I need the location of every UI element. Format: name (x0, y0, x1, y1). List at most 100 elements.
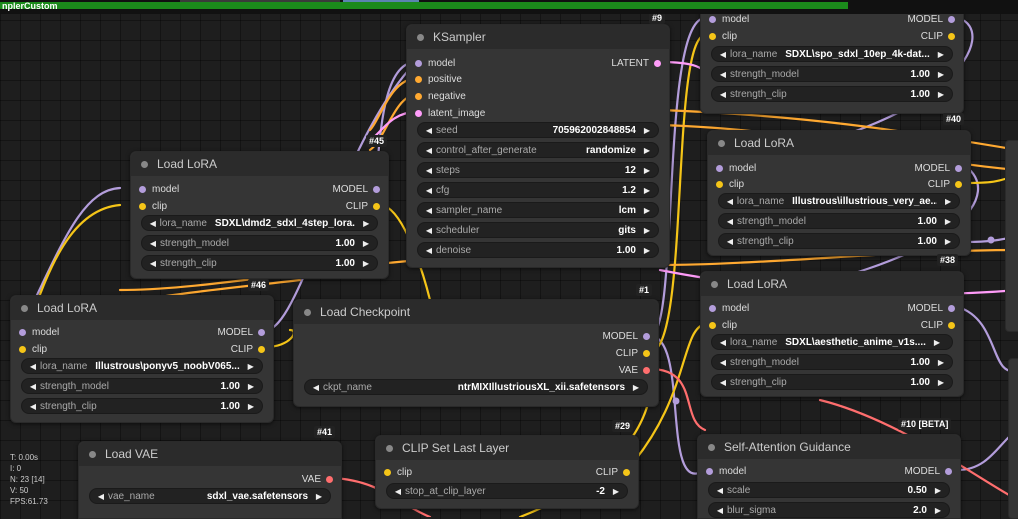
strength-clip-widget[interactable]: ◀ strength_clip 1.00 ▶ (711, 374, 953, 390)
offscreen-node[interactable] (1008, 358, 1018, 519)
arrow-right-icon[interactable]: ▶ (246, 362, 256, 371)
model-socket-icon[interactable] (709, 15, 716, 23)
collapse-dot-icon[interactable] (89, 450, 96, 458)
strength-model-widget[interactable]: ◀ strength_model 1.00 ▶ (141, 235, 378, 251)
strength-model-widget[interactable]: ◀ strength_model 1.00 ▶ (711, 354, 953, 370)
output-vae[interactable]: VAE (619, 362, 650, 378)
arrow-right-icon[interactable]: ▶ (642, 226, 652, 235)
arrow-left-icon[interactable]: ◀ (725, 237, 735, 246)
control-after-generate-widget[interactable]: ◀ control_after_generate randomize ▶ (417, 142, 659, 158)
lora-name-widget[interactable]: ◀ lora_name SDXL\aesthetic_anime_v1s.... ▶ (711, 334, 953, 350)
self-attention-guidance-node[interactable]: Self-Attention Guidance model MODEL ◀ sca… (697, 434, 961, 519)
arrow-right-icon[interactable]: ▶ (361, 239, 371, 248)
load-lora-node[interactable]: Load LoRA model clip MODEL CLIP ◀ lora_na… (700, 271, 964, 397)
collapse-dot-icon[interactable] (711, 280, 718, 288)
model-socket-icon[interactable] (139, 185, 146, 193)
arrow-right-icon[interactable]: ▶ (361, 219, 371, 228)
arrow-right-icon[interactable]: ▶ (936, 90, 946, 99)
arrow-left-icon[interactable]: ◀ (424, 226, 434, 235)
strength-model-widget[interactable]: ◀ strength_model 1.00 ▶ (711, 66, 953, 82)
latent-socket-icon[interactable] (415, 109, 422, 117)
scale-widget[interactable]: ◀ scale 0.50 ▶ (708, 482, 950, 498)
arrow-left-icon[interactable]: ◀ (718, 358, 728, 367)
arrow-right-icon[interactable]: ▶ (943, 217, 953, 226)
input-clip[interactable]: clip (19, 341, 47, 357)
arrow-left-icon[interactable]: ◀ (725, 197, 735, 206)
sampler-name-widget[interactable]: ◀ sampler_name lcm ▶ (417, 202, 659, 218)
input-model[interactable]: model (706, 463, 746, 479)
arrow-left-icon[interactable]: ◀ (715, 486, 725, 495)
clip-socket-icon[interactable] (373, 202, 380, 210)
vae-name-widget[interactable]: ◀ vae_name sdxl_vae.safetensors ▶ (89, 488, 331, 504)
input-latent-image[interactable]: latent_image (415, 105, 485, 121)
input-model[interactable]: model (716, 160, 756, 176)
output-clip[interactable]: CLIP (921, 317, 955, 333)
arrow-left-icon[interactable]: ◀ (28, 402, 38, 411)
input-model[interactable]: model (139, 181, 179, 197)
output-model[interactable]: MODEL (217, 324, 265, 340)
arrow-left-icon[interactable]: ◀ (718, 70, 728, 79)
input-negative[interactable]: negative (415, 88, 466, 104)
arrow-left-icon[interactable]: ◀ (725, 217, 735, 226)
output-model[interactable]: MODEL (332, 181, 380, 197)
vae-socket-icon[interactable] (326, 475, 333, 483)
arrow-left-icon[interactable]: ◀ (311, 383, 321, 392)
model-socket-icon[interactable] (948, 304, 955, 312)
node-header[interactable]: Load LoRA (701, 272, 963, 296)
collapse-dot-icon[interactable] (386, 444, 393, 452)
load-vae-node[interactable]: Load VAE VAE ◀ vae_name sdxl_vae.safetenso… (78, 441, 342, 519)
arrow-right-icon[interactable]: ▶ (943, 197, 953, 206)
node-header[interactable]: Load LoRA (131, 152, 388, 176)
arrow-right-icon[interactable]: ▶ (943, 237, 953, 246)
arrow-right-icon[interactable]: ▶ (936, 70, 946, 79)
steps-widget[interactable]: ◀ steps 12 ▶ (417, 162, 659, 178)
clip-socket-icon[interactable] (948, 321, 955, 329)
arrow-left-icon[interactable]: ◀ (424, 246, 434, 255)
ckpt-name-widget[interactable]: ◀ ckpt_name ntrMIXIllustriousXL_xii.safete… (304, 379, 648, 395)
output-vae[interactable]: VAE (302, 471, 333, 487)
clip-socket-icon[interactable] (258, 345, 265, 353)
model-socket-icon[interactable] (643, 332, 650, 340)
arrow-right-icon[interactable]: ▶ (936, 50, 946, 59)
stop-at-clip-layer-widget[interactable]: ◀ stop_at_clip_layer -2 ▶ (386, 483, 628, 499)
cfg-widget[interactable]: ◀ cfg 1.2 ▶ (417, 182, 659, 198)
node-header[interactable]: Load VAE (79, 442, 341, 466)
arrow-left-icon[interactable]: ◀ (715, 506, 725, 515)
output-model[interactable]: MODEL (907, 300, 955, 316)
arrow-right-icon[interactable]: ▶ (314, 492, 324, 501)
input-clip[interactable]: clip (384, 464, 412, 480)
node-header[interactable]: Load LoRA (708, 131, 970, 155)
lora-name-widget[interactable]: ◀ lora_name Illustrous\illustrious_very_ae… (718, 193, 960, 209)
arrow-right-icon[interactable]: ▶ (246, 382, 256, 391)
strength-model-widget[interactable]: ◀ strength_model 1.00 ▶ (718, 213, 960, 229)
model-socket-icon[interactable] (716, 164, 723, 172)
load-checkpoint-node[interactable]: Load Checkpoint MODEL CLIP VAE ◀ ckpt_nam… (293, 299, 659, 407)
model-socket-icon[interactable] (373, 185, 380, 193)
collapse-dot-icon[interactable] (708, 443, 715, 451)
collapse-dot-icon[interactable] (21, 304, 28, 312)
arrow-left-icon[interactable]: ◀ (148, 219, 158, 228)
clip-socket-icon[interactable] (716, 180, 723, 188)
arrow-right-icon[interactable]: ▶ (246, 402, 256, 411)
strength-clip-widget[interactable]: ◀ strength_clip 1.00 ▶ (21, 398, 263, 414)
node-header[interactable]: Load Checkpoint (294, 300, 658, 324)
arrow-right-icon[interactable]: ▶ (642, 186, 652, 195)
clip-socket-icon[interactable] (384, 468, 391, 476)
output-clip[interactable]: CLIP (928, 176, 962, 192)
clip-socket-icon[interactable] (709, 321, 716, 329)
input-clip[interactable]: clip (709, 317, 737, 333)
arrow-left-icon[interactable]: ◀ (96, 492, 106, 501)
arrow-left-icon[interactable]: ◀ (424, 166, 434, 175)
input-model[interactable]: model (709, 300, 749, 316)
clip-set-last-layer-node[interactable]: CLIP Set Last Layer clip CLIP ◀ stop_at_c… (375, 435, 639, 509)
arrow-left-icon[interactable]: ◀ (718, 378, 728, 387)
model-socket-icon[interactable] (415, 59, 422, 67)
arrow-left-icon[interactable]: ◀ (148, 259, 158, 268)
input-model[interactable]: model (415, 55, 455, 71)
strength-model-widget[interactable]: ◀ strength_model 1.00 ▶ (21, 378, 263, 394)
input-clip[interactable]: clip (716, 176, 744, 192)
arrow-left-icon[interactable]: ◀ (718, 90, 728, 99)
strength-clip-widget[interactable]: ◀ strength_clip 1.00 ▶ (711, 86, 953, 102)
output-clip[interactable]: CLIP (231, 341, 265, 357)
node-header[interactable]: CLIP Set Last Layer (376, 436, 638, 460)
